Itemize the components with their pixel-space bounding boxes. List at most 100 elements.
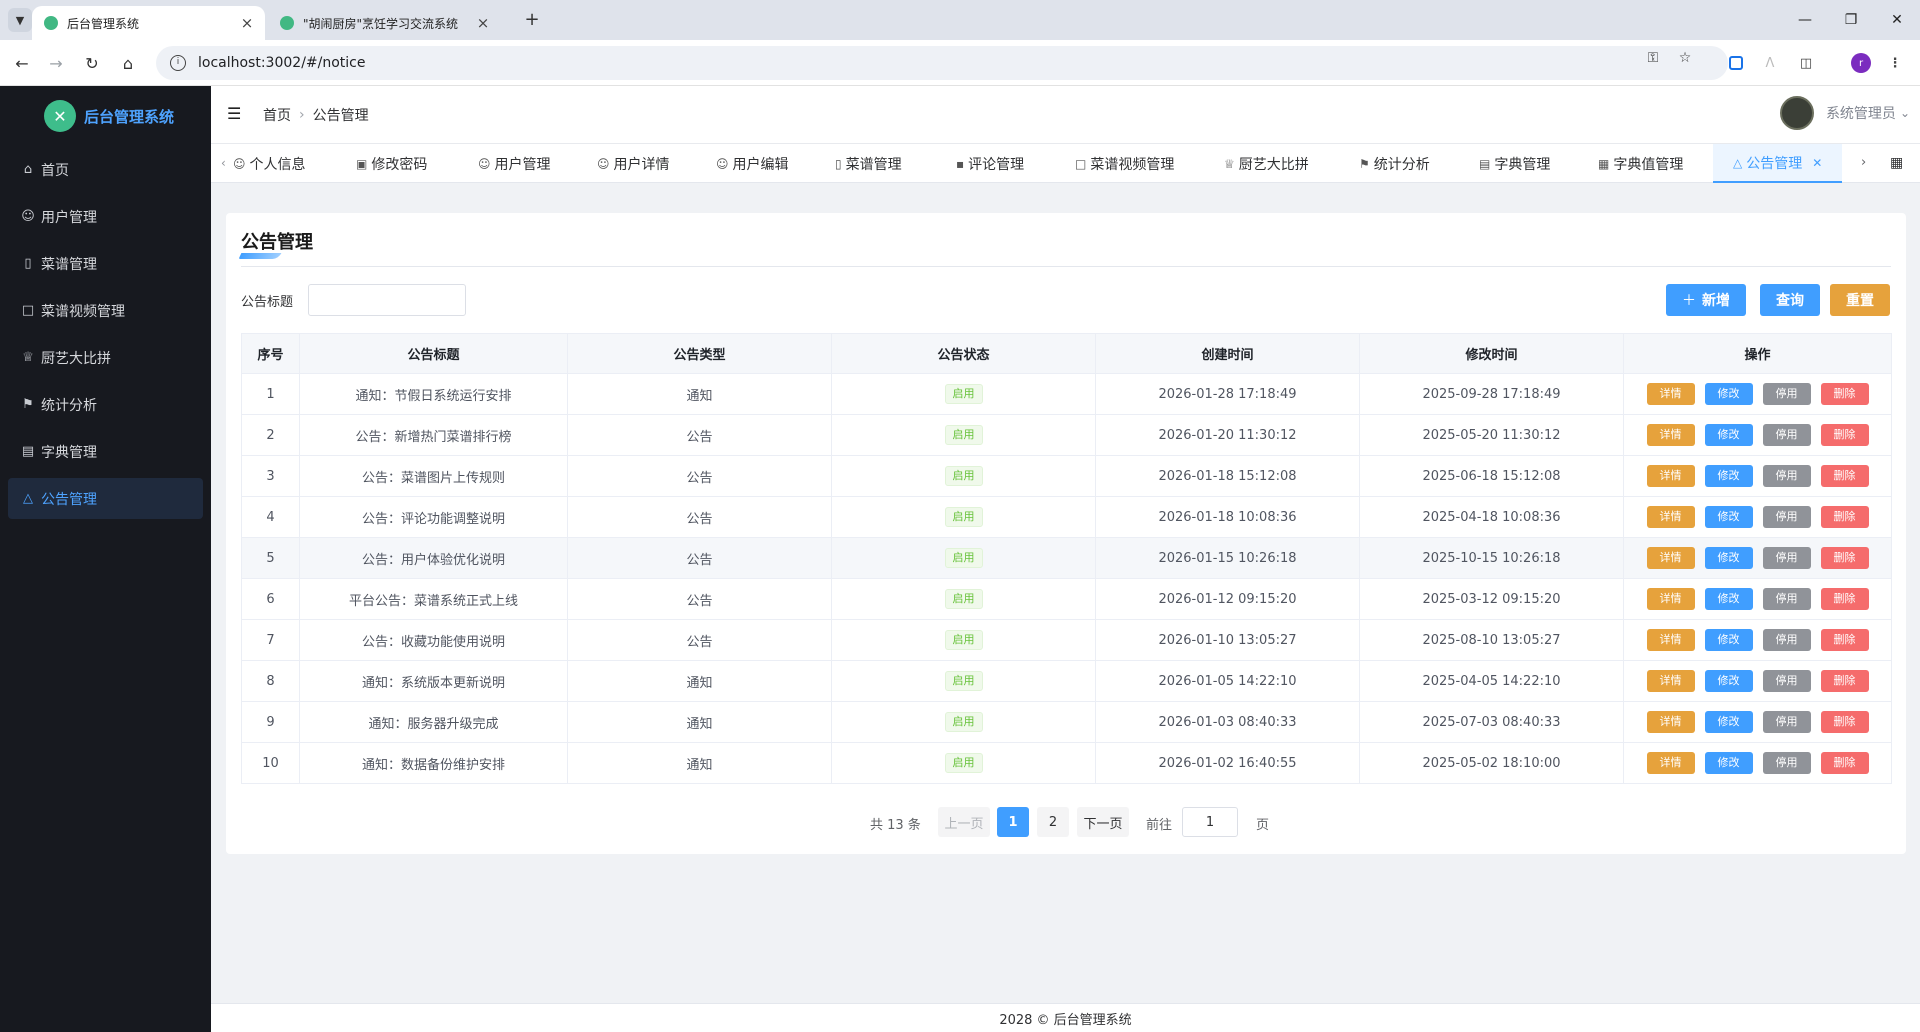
page-button-1[interactable]: 1 [997, 807, 1029, 837]
delete-button[interactable]: 删除 [1820, 711, 1869, 733]
delete-button[interactable]: 删除 [1820, 506, 1869, 528]
edit-button[interactable]: 修改 [1704, 752, 1753, 774]
address-bar[interactable]: i localhost:3002/#/notice [156, 46, 1728, 80]
sidebar-item-dictionary[interactable]: ▤ 字典管理 [8, 431, 203, 472]
delete-button[interactable]: 删除 [1820, 752, 1869, 774]
extension-a-icon[interactable]: Λ [1760, 53, 1780, 73]
sidebar-item-recipes[interactable]: ▯ 菜谱管理 [8, 243, 203, 284]
grid-menu-icon[interactable]: ▦ [1890, 155, 1903, 171]
edit-button[interactable]: 修改 [1704, 424, 1753, 446]
sidebar-item-notices[interactable]: △ 公告管理 [8, 478, 203, 519]
detail-button[interactable]: 详情 [1646, 424, 1695, 446]
add-button[interactable]: ＋ 新增 [1666, 284, 1746, 316]
tag-recipes[interactable]: ▯ 菜谱管理 [835, 144, 902, 183]
restore-icon[interactable]: ❐ [1828, 0, 1874, 40]
detail-button[interactable]: 详情 [1646, 506, 1695, 528]
tag-user-edit[interactable]: ☺ 用户编辑 [716, 144, 789, 183]
tag-users[interactable]: ☺ 用户管理 [478, 144, 551, 183]
next-page-button[interactable]: 下一页 [1077, 807, 1129, 837]
tag-statistics[interactable]: ⚑ 统计分析 [1359, 144, 1430, 183]
detail-button[interactable]: 详情 [1646, 465, 1695, 487]
password-key-icon[interactable]: ⚿ [1644, 49, 1662, 67]
prev-page-button[interactable]: 上一页 [938, 807, 990, 837]
disable-button[interactable]: 停用 [1762, 506, 1811, 528]
tag-dictionary-values[interactable]: ▦ 字典值管理 [1598, 144, 1683, 183]
tab-search-chevron-icon[interactable]: ▼ [8, 8, 32, 32]
sidebar-item-users[interactable]: ☺ 用户管理 [8, 196, 203, 237]
tag-comments[interactable]: ▪ 评论管理 [956, 144, 1024, 183]
close-tab-icon[interactable]: × [239, 14, 255, 32]
tag-recipe-videos[interactable]: □ 菜谱视频管理 [1075, 144, 1174, 183]
disable-button[interactable]: 停用 [1762, 465, 1811, 487]
disable-button[interactable]: 停用 [1762, 424, 1811, 446]
sidebar-item-statistics[interactable]: ⚑ 统计分析 [8, 384, 203, 425]
edit-button[interactable]: 修改 [1704, 547, 1753, 569]
edit-button[interactable]: 修改 [1704, 629, 1753, 651]
edit-button[interactable]: 修改 [1704, 670, 1753, 692]
notice-title-search-input[interactable] [308, 284, 466, 316]
bookmark-star-icon[interactable]: ☆ [1676, 49, 1694, 67]
edit-button[interactable]: 修改 [1704, 588, 1753, 610]
back-icon[interactable]: ← [10, 51, 34, 75]
tag-dictionary[interactable]: ▤ 字典管理 [1479, 144, 1550, 183]
page-button-2[interactable]: 2 [1037, 807, 1069, 837]
disable-button[interactable]: 停用 [1762, 547, 1811, 569]
delete-button[interactable]: 删除 [1820, 588, 1869, 610]
extensions-puzzle-icon[interactable]: ◫ [1796, 53, 1816, 73]
edit-button[interactable]: 修改 [1704, 711, 1753, 733]
delete-button[interactable]: 删除 [1820, 465, 1869, 487]
tag-notices[interactable]: △ 公告管理 ✕ [1713, 144, 1843, 183]
reload-icon[interactable]: ↻ [80, 51, 104, 75]
site-info-icon[interactable]: i [170, 55, 186, 71]
reset-button[interactable]: 重置 [1830, 284, 1890, 316]
detail-button[interactable]: 详情 [1646, 752, 1695, 774]
edit-button[interactable]: 修改 [1704, 383, 1753, 405]
tag-user-detail[interactable]: ☺ 用户详情 [597, 144, 670, 183]
edit-button[interactable]: 修改 [1704, 465, 1753, 487]
detail-button[interactable]: 详情 [1646, 547, 1695, 569]
detail-button[interactable]: 详情 [1646, 629, 1695, 651]
disable-button[interactable]: 停用 [1762, 752, 1811, 774]
delete-button[interactable]: 删除 [1820, 383, 1869, 405]
delete-button[interactable]: 删除 [1820, 629, 1869, 651]
sidebar-item-contest[interactable]: ♕ 厨艺大比拼 [8, 337, 203, 378]
profile-avatar[interactable]: r [1851, 53, 1871, 73]
disable-button[interactable]: 停用 [1762, 383, 1811, 405]
detail-button[interactable]: 详情 [1646, 670, 1695, 692]
extension-blue-icon[interactable] [1726, 53, 1746, 73]
goto-page-input[interactable] [1182, 807, 1238, 837]
detail-button[interactable]: 详情 [1646, 711, 1695, 733]
breadcrumb-home[interactable]: 首页 [263, 105, 291, 125]
user-dropdown[interactable]: 系统管理员 ⌄ [1779, 96, 1910, 130]
browser-tab-cooking[interactable]: "胡闹厨房"烹饪学习交流系统 × [268, 6, 501, 40]
detail-button[interactable]: 详情 [1646, 588, 1695, 610]
disable-button[interactable]: 停用 [1762, 711, 1811, 733]
new-tab-icon[interactable]: + [520, 8, 544, 32]
chevron-right-icon[interactable]: › [1861, 155, 1866, 170]
edit-button[interactable]: 修改 [1704, 506, 1753, 528]
delete-button[interactable]: 删除 [1820, 670, 1869, 692]
sidebar-item-home[interactable]: ⌂ 首页 [8, 149, 203, 190]
tag-change-password[interactable]: ▣ 修改密码 [356, 144, 427, 183]
browser-tab-admin[interactable]: 后台管理系统 × [32, 6, 265, 40]
menu-toggle-icon[interactable]: ☰ [227, 104, 241, 123]
window-close-icon[interactable]: ✕ [1874, 0, 1920, 40]
minimize-icon[interactable]: — [1782, 0, 1828, 40]
chevron-left-icon[interactable]: ‹ [221, 156, 226, 170]
tag-contest[interactable]: ♕ 厨艺大比拼 [1224, 144, 1309, 183]
delete-button[interactable]: 删除 [1820, 424, 1869, 446]
disable-button[interactable]: 停用 [1762, 588, 1811, 610]
query-button[interactable]: 查询 [1760, 284, 1820, 316]
tag-profile[interactable]: ☺ 个人信息 [233, 144, 306, 183]
delete-button[interactable]: 删除 [1820, 547, 1869, 569]
home-icon[interactable]: ⌂ [116, 51, 140, 75]
app-logo[interactable]: ✕ 后台管理系统 [44, 100, 174, 132]
close-icon[interactable]: ✕ [1812, 156, 1822, 170]
disable-button[interactable]: 停用 [1762, 629, 1811, 651]
detail-button[interactable]: 详情 [1646, 383, 1695, 405]
sidebar-item-recipe-videos[interactable]: □ 菜谱视频管理 [8, 290, 203, 331]
forward-icon[interactable]: → [44, 51, 68, 75]
disable-button[interactable]: 停用 [1762, 670, 1811, 692]
close-tab-icon[interactable]: × [475, 14, 491, 32]
browser-menu-icon[interactable]: ⋮ [1885, 53, 1905, 73]
